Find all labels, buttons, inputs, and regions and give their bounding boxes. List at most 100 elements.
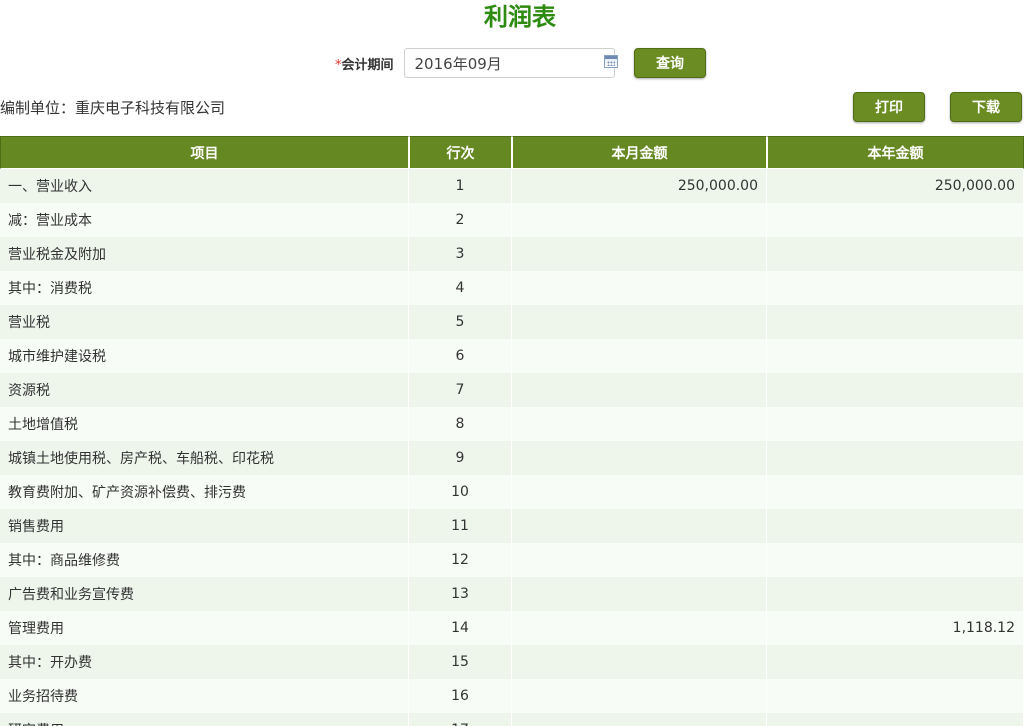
row-year-amount	[767, 713, 1024, 726]
period-label-text: 会计期间	[341, 57, 394, 73]
row-item: 业务招待费	[0, 679, 409, 713]
row-line: 12	[409, 543, 512, 577]
page-title: 利润表	[484, 3, 556, 31]
row-item: 减：营业成本	[0, 203, 409, 237]
period-label: *会计期间	[335, 54, 394, 73]
row-year-amount	[767, 305, 1024, 339]
table-row: 业务招待费 16	[0, 679, 1024, 713]
print-button[interactable]: 打印	[853, 92, 925, 122]
row-year-amount	[767, 679, 1024, 713]
row-line: 3	[409, 237, 512, 271]
table-row: 营业税 5	[0, 305, 1024, 339]
table-row: 营业税金及附加 3	[0, 237, 1024, 271]
row-month-amount	[512, 237, 767, 271]
row-line: 6	[409, 339, 512, 373]
row-month-amount	[512, 611, 767, 645]
row-month-amount	[512, 305, 767, 339]
row-month-amount	[512, 203, 767, 237]
query-bar: *会计期间	[335, 47, 615, 79]
row-line: 7	[409, 373, 512, 407]
row-line: 16	[409, 679, 512, 713]
table-row: 管理费用 14 1,118.12	[0, 611, 1024, 645]
row-item: 销售费用	[0, 509, 409, 543]
header-line: 行次	[409, 136, 512, 169]
table-row: 一、营业收入 1 250,000.00 250,000.00	[0, 169, 1024, 203]
table-header-row: 项目 行次 本月金额 本年金额	[0, 136, 1024, 169]
row-item: 城市维护建设税	[0, 339, 409, 373]
row-item: 教育费附加、矿产资源补偿费、排污费	[0, 475, 409, 509]
row-line: 11	[409, 509, 512, 543]
row-month-amount	[512, 339, 767, 373]
row-item: 其中：消费税	[0, 271, 409, 305]
row-line: 1	[409, 169, 512, 203]
row-month-amount	[512, 679, 767, 713]
table-row: 教育费附加、矿产资源补偿费、排污费 10	[0, 475, 1024, 509]
row-line: 14	[409, 611, 512, 645]
row-year-amount	[767, 543, 1024, 577]
table-row: 土地增值税 8	[0, 407, 1024, 441]
row-year-amount	[767, 203, 1024, 237]
row-year-amount: 250,000.00	[767, 169, 1024, 203]
table-row: 城镇土地使用税、房产税、车船税、印花税 9	[0, 441, 1024, 475]
row-month-amount	[512, 509, 767, 543]
row-year-amount	[767, 271, 1024, 305]
table-row: 其中：商品维修费 12	[0, 543, 1024, 577]
query-button[interactable]: 查询	[634, 48, 706, 78]
table-row: 其中：消费税 4	[0, 271, 1024, 305]
row-year-amount	[767, 509, 1024, 543]
row-item: 研究费用	[0, 713, 409, 726]
calendar-icon[interactable]	[604, 55, 618, 68]
table-row: 其中：开办费 15	[0, 645, 1024, 679]
period-input[interactable]	[403, 48, 615, 78]
table-row: 减：营业成本 2	[0, 203, 1024, 237]
row-year-amount	[767, 237, 1024, 271]
row-year-amount	[767, 577, 1024, 611]
row-month-amount	[512, 441, 767, 475]
profit-statement-page: 利润表 *会计期间 查询 编制单位：重庆电子科技有限公司 打印 下载 项目 行次…	[0, 0, 1024, 726]
row-month-amount	[512, 407, 767, 441]
row-month-amount: 250,000.00	[512, 169, 767, 203]
row-line: 8	[409, 407, 512, 441]
row-year-amount	[767, 339, 1024, 373]
row-month-amount	[512, 475, 767, 509]
row-month-amount	[512, 543, 767, 577]
row-line: 15	[409, 645, 512, 679]
company-label: 编制单位：重庆电子科技有限公司	[0, 99, 226, 117]
row-year-amount	[767, 475, 1024, 509]
table-row: 资源税 7	[0, 373, 1024, 407]
row-item: 管理费用	[0, 611, 409, 645]
row-year-amount	[767, 645, 1024, 679]
row-month-amount	[512, 713, 767, 726]
row-item: 广告费和业务宣传费	[0, 577, 409, 611]
row-line: 2	[409, 203, 512, 237]
profit-table: 项目 行次 本月金额 本年金额 一、营业收入 1 250,000.00 250,…	[0, 136, 1024, 726]
table-row: 研究费用 17	[0, 713, 1024, 726]
row-year-amount	[767, 373, 1024, 407]
row-line: 13	[409, 577, 512, 611]
row-month-amount	[512, 577, 767, 611]
row-month-amount	[512, 271, 767, 305]
row-item: 资源税	[0, 373, 409, 407]
table-row: 城市维护建设税 6	[0, 339, 1024, 373]
row-year-amount	[767, 441, 1024, 475]
row-item: 一、营业收入	[0, 169, 409, 203]
row-item: 其中：商品维修费	[0, 543, 409, 577]
header-year-amount: 本年金额	[767, 136, 1024, 169]
header-month-amount: 本月金额	[512, 136, 767, 169]
header-item: 项目	[0, 136, 409, 169]
row-item: 土地增值税	[0, 407, 409, 441]
row-month-amount	[512, 645, 767, 679]
row-item: 其中：开办费	[0, 645, 409, 679]
row-item: 城镇土地使用税、房产税、车船税、印花税	[0, 441, 409, 475]
row-line: 17	[409, 713, 512, 726]
row-line: 5	[409, 305, 512, 339]
row-item: 营业税	[0, 305, 409, 339]
row-year-amount	[767, 407, 1024, 441]
download-button[interactable]: 下载	[950, 92, 1022, 122]
row-item: 营业税金及附加	[0, 237, 409, 271]
row-month-amount	[512, 373, 767, 407]
row-line: 4	[409, 271, 512, 305]
row-line: 9	[409, 441, 512, 475]
table-row: 广告费和业务宣传费 13	[0, 577, 1024, 611]
table-row: 销售费用 11	[0, 509, 1024, 543]
